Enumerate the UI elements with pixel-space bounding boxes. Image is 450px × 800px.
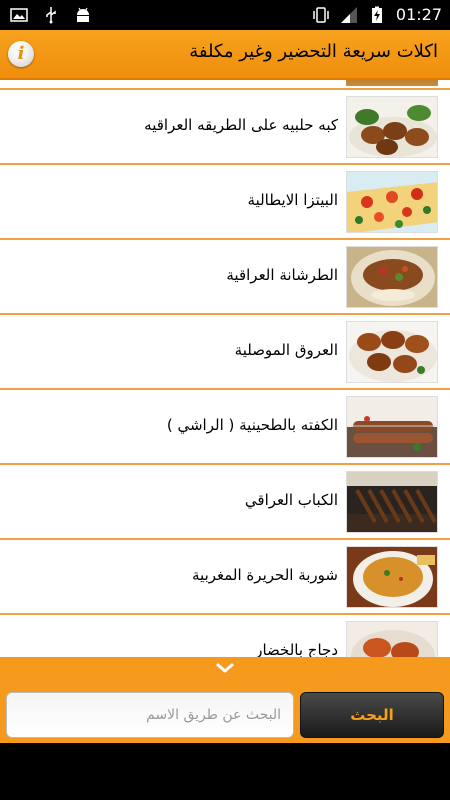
vibrate-icon xyxy=(313,6,329,23)
list-item-label: كبه حلبيه على الطريقه العراقيه xyxy=(144,116,338,134)
list-item[interactable]: الكباب العراقي xyxy=(0,465,450,540)
image-icon xyxy=(10,8,28,22)
kibbeh-photo xyxy=(346,96,438,158)
recipe-list[interactable]: كبه حلبيه على الطريقه العراقيه البيتزا ا… xyxy=(0,80,450,657)
list-item[interactable]: العروق الموصلية xyxy=(0,315,450,390)
list-item[interactable]: البيتزا الايطالية xyxy=(0,165,450,240)
list-item[interactable]: كبه حلبيه على الطريقه العراقيه xyxy=(0,90,450,165)
harira-soup-photo xyxy=(346,546,438,608)
pizza-photo xyxy=(346,171,438,233)
uruq-photo xyxy=(346,321,438,383)
app-bar: i اكلات سريعة التحضير وغير مكلفة xyxy=(0,30,450,80)
kebab-photo xyxy=(346,471,438,533)
list-item-partial[interactable] xyxy=(0,80,450,90)
search-button[interactable]: البحث xyxy=(300,692,444,738)
chevron-down-icon[interactable] xyxy=(215,661,235,675)
info-icon[interactable]: i xyxy=(8,41,34,67)
usb-icon xyxy=(46,7,56,24)
partial-food-photo xyxy=(346,80,438,86)
list-item[interactable]: دجاج بالخضار xyxy=(0,615,450,657)
kofta-photo xyxy=(346,396,438,458)
list-item-label: الكباب العراقي xyxy=(244,491,338,509)
clock: 01:27 xyxy=(395,5,442,24)
list-item-label: الكفته بالطحينية ( الراشي ) xyxy=(166,416,338,434)
list-item[interactable]: الكفته بالطحينية ( الراشي ) xyxy=(0,390,450,465)
search-bar: البحث xyxy=(0,657,450,743)
battery-charging-icon xyxy=(371,6,382,23)
status-bar: 01:27 xyxy=(0,0,450,30)
list-item-label: البيتزا الايطالية xyxy=(247,191,338,209)
list-item-label: العروق الموصلية xyxy=(234,341,338,359)
navigation-bar-area xyxy=(0,743,450,800)
list-item[interactable]: الطرشانة العراقية xyxy=(0,240,450,315)
list-item-label: دجاج بالخضار xyxy=(255,641,338,657)
chicken-vegetables-photo xyxy=(346,621,438,657)
android-debug-icon xyxy=(77,7,89,22)
list-item[interactable]: شوربة الحريرة المغربية xyxy=(0,540,450,615)
app-title: اكلات سريعة التحضير وغير مكلفة xyxy=(189,41,438,62)
list-item-label: الطرشانة العراقية xyxy=(226,266,338,284)
search-input[interactable] xyxy=(6,692,294,738)
list-item-label: شوربة الحريرة المغربية xyxy=(192,566,338,584)
signal-icon xyxy=(340,6,357,23)
torshana-photo xyxy=(346,246,438,308)
